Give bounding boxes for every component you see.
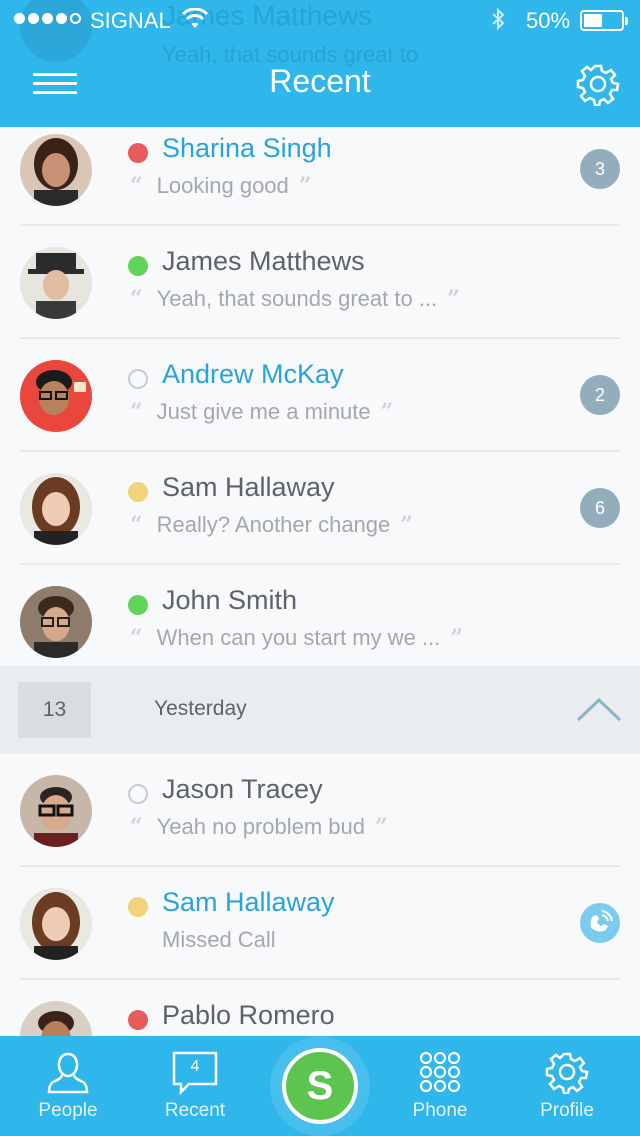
section-label: Yesterday [154, 697, 247, 720]
presence-away-icon [128, 482, 148, 502]
last-message: “Yeah no problem bud” [130, 814, 388, 840]
header: James Matthews Yeah, that sounds great t… [0, 0, 640, 127]
tab-label: Profile [540, 1100, 594, 1121]
chevron-up-icon[interactable] [576, 696, 622, 722]
unread-badge: 6 [580, 488, 620, 528]
list-item[interactable]: Andrew McKay “Just give me a minute” 2 [0, 339, 640, 452]
list-item[interactable]: Sam Hallaway Missed Call [0, 867, 640, 980]
signal-strength-icon [14, 13, 81, 24]
list-item[interactable]: Sharina Singh “Looking good” 3 [0, 127, 640, 226]
presence-online-icon [128, 595, 148, 615]
carrier-name: SIGNAL [90, 8, 171, 33]
avatar [20, 586, 92, 658]
last-message: Missed Call [162, 927, 276, 952]
skype-logo: S [306, 1064, 334, 1108]
unread-badge: 2 [580, 375, 620, 415]
contact-name: John Smith [162, 585, 298, 615]
avatar [20, 360, 92, 432]
presence-away-icon [128, 897, 148, 917]
avatar [20, 775, 92, 847]
battery-icon [580, 10, 628, 31]
tab-recent[interactable]: 4 Recent [135, 1036, 255, 1136]
status-bar: SIGNAL 50% [0, 0, 640, 40]
battery-percent: 50% [526, 8, 571, 33]
avatar [20, 134, 92, 206]
section-header-yesterday[interactable]: 13 Yesterday [0, 666, 640, 754]
skype-button[interactable]: S [282, 1048, 358, 1124]
tab-phone[interactable]: Phone [380, 1036, 500, 1136]
presence-busy-icon [128, 143, 148, 163]
dialpad-icon [419, 1051, 461, 1093]
tab-label: People [38, 1100, 98, 1121]
list-item[interactable]: John Smith “When can you start my we ...… [0, 565, 640, 678]
tab-people[interactable]: People [8, 1036, 128, 1136]
tab-label: Phone [412, 1100, 468, 1121]
contact-name: Sam Hallaway [162, 887, 335, 917]
recent-count: 4 [190, 1058, 200, 1075]
tab-label: Recent [164, 1100, 226, 1121]
last-message: “Looking good” [130, 173, 312, 199]
missed-call-icon [580, 903, 620, 943]
page-title: Recent [269, 63, 371, 99]
list-item[interactable]: Jason Tracey “Yeah no problem bud” [0, 754, 640, 867]
presence-busy-icon [128, 1010, 148, 1030]
tab-profile[interactable]: Profile [507, 1036, 627, 1136]
contact-name: Jason Tracey [162, 774, 323, 804]
avatar [20, 473, 92, 545]
last-message: “When can you start my we ...” [130, 625, 463, 651]
last-message: “Yeah, that sounds great to ...” [130, 286, 460, 312]
contact-name: James Matthews [162, 246, 365, 276]
conversation-list[interactable]: Sharina Singh “Looking good” 3 James Mat… [0, 127, 640, 1036]
avatar [20, 888, 92, 960]
presence-online-icon [128, 256, 148, 276]
contact-name: Pablo Romero [162, 1000, 335, 1030]
presence-offline-icon [128, 369, 148, 389]
list-item[interactable]: James Matthews “Yeah, that sounds great … [0, 226, 640, 339]
presence-offline-icon [128, 784, 148, 804]
tab-bar: People 4 Recent S Phone Profile [0, 1036, 640, 1136]
last-message: “Really? Another change” [130, 512, 413, 538]
contact-name: Andrew McKay [162, 359, 344, 389]
wifi-icon [182, 8, 208, 28]
person-icon [47, 1052, 89, 1094]
unread-badge: 3 [580, 149, 620, 189]
avatar [20, 1001, 92, 1036]
contact-name: Sam Hallaway [162, 472, 335, 502]
bluetooth-icon [490, 7, 506, 37]
list-item[interactable]: Sam Hallaway “Really? Another change” 6 [0, 452, 640, 565]
contact-name: Sharina Singh [162, 133, 332, 163]
avatar [20, 247, 92, 319]
section-count: 13 [18, 682, 91, 738]
last-message: “Just give me a minute” [130, 399, 394, 425]
gear-icon [545, 1052, 589, 1094]
list-item[interactable]: Pablo Romero [0, 980, 640, 1036]
settings-gear-icon[interactable] [576, 62, 620, 106]
